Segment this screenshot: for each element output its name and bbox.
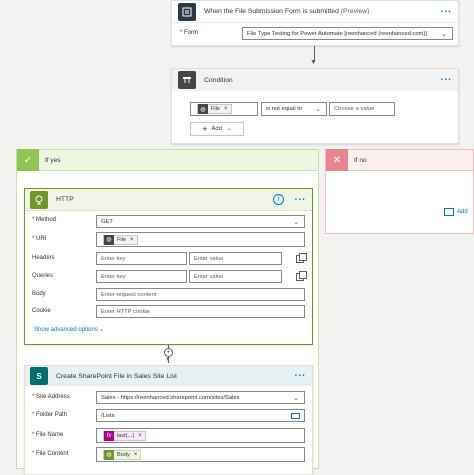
condition-header[interactable]: Condition ··· (172, 69, 458, 91)
remove-token-icon[interactable]: × (138, 433, 142, 439)
sharepoint-title: Create SharePoint File in Sales Site Lis… (56, 372, 177, 380)
file-token[interactable]: ◍ File × (197, 104, 232, 114)
http-header[interactable]: HTTP i ··· (25, 189, 312, 211)
switch-to-text-mode-icon[interactable] (296, 253, 307, 263)
switch-to-text-mode-icon[interactable] (296, 271, 307, 281)
file-content-input[interactable]: ◍ Body × (96, 447, 305, 462)
body-input[interactable]: Enter request content (96, 288, 305, 301)
sharepoint-icon: S (30, 367, 48, 385)
trigger-title: When the File Submission Form is submitt… (204, 8, 370, 15)
method-label: * Method (32, 217, 57, 223)
add-icon: + (202, 124, 208, 134)
http-token-icon: ◍ (104, 234, 114, 245)
condition-operator-dropdown[interactable]: is not equal to ⌄ (261, 102, 327, 116)
cookie-input[interactable]: Enter HTTP cookie (96, 305, 305, 318)
queries-value-input[interactable]: Enter value (189, 270, 282, 283)
remove-token-icon[interactable]: × (130, 237, 134, 243)
connector-arrow-icon: ▼ (310, 59, 317, 66)
queries-label: Queries (32, 273, 54, 279)
if-yes-header[interactable]: ✓ If yes (16, 149, 319, 171)
condition-more-button[interactable]: ··· (441, 75, 453, 86)
file-name-label: * File Name (32, 432, 64, 438)
chevron-down-icon: ⌄ (441, 30, 447, 38)
x-icon: ✕ (326, 149, 348, 171)
checkmark-icon: ✓ (17, 149, 39, 171)
if-no-add-action-button[interactable]: Add (444, 208, 468, 216)
folder-icon[interactable] (291, 413, 300, 419)
folder-path-input[interactable]: /Lists (96, 409, 305, 422)
trigger-header[interactable]: When the File Submission Form is submitt… (172, 1, 458, 23)
chevron-down-icon: ⌄ (315, 106, 321, 113)
connector-arrow-icon: ▼ (165, 357, 171, 363)
condition-left-operand[interactable]: ◍ File × (190, 102, 258, 116)
condition-icon (178, 71, 196, 89)
remove-token-icon[interactable]: × (134, 452, 138, 458)
trigger-more-button[interactable]: ··· (441, 6, 453, 17)
condition-add-button[interactable]: + Add ⌄ (190, 122, 244, 136)
sharepoint-card[interactable]: S Create SharePoint File in Sales Site L… (24, 365, 313, 475)
add-action-icon (444, 208, 454, 216)
chevron-down-icon: ⌄ (293, 218, 299, 226)
chevron-down-icon: ⌄ (99, 327, 105, 333)
queries-key-input[interactable]: Enter key (96, 270, 187, 283)
show-advanced-options-link[interactable]: Show advanced options ⌄ (34, 326, 104, 333)
cookie-label: Cookie (32, 308, 51, 314)
form-label: * Form (180, 30, 199, 36)
expression-token[interactable]: fx last(...) × (103, 430, 146, 441)
insert-step-button[interactable]: + (164, 348, 173, 357)
http-token-icon: ◍ (198, 104, 208, 114)
site-address-dropdown[interactable]: Sales - https://reenhanced.sharepoint.co… (96, 391, 305, 404)
globe-icon (30, 190, 48, 209)
file-name-input[interactable]: fx last(...) × (96, 428, 305, 443)
chevron-down-icon: ⌄ (226, 126, 232, 132)
folder-path-label: * Folder Path (32, 412, 68, 418)
http-more-button[interactable]: ··· (295, 194, 307, 205)
site-address-label: * Site Address (32, 394, 70, 400)
info-icon[interactable]: i (273, 194, 284, 205)
if-yes-label: If yes (45, 156, 61, 164)
trigger-card[interactable]: When the File Submission Form is submitt… (171, 0, 459, 46)
headers-key-input[interactable]: Enter key (96, 252, 187, 265)
if-no-label: If no (354, 156, 367, 164)
condition-title: Condition (204, 76, 233, 84)
file-token[interactable]: ◍ File × (103, 234, 138, 245)
chevron-down-icon: ⌄ (293, 394, 299, 402)
if-no-header[interactable]: ✕ If no (325, 149, 474, 171)
remove-token-icon[interactable]: × (224, 106, 228, 112)
condition-card[interactable]: Condition ··· ◍ File × is not equal to ⌄ C… (171, 68, 459, 144)
form-icon (178, 2, 196, 21)
condition-value-input[interactable]: Choose a value (329, 102, 395, 116)
file-content-label: * File Content (32, 451, 69, 457)
body-label: Body (32, 291, 46, 297)
uri-label: * URI (32, 236, 47, 242)
body-token[interactable]: ◍ Body × (103, 449, 142, 460)
headers-value-input[interactable]: Enter value (189, 252, 282, 265)
headers-label: Headers (32, 255, 55, 261)
function-icon: fx (104, 430, 114, 441)
method-dropdown[interactable]: GET ⌄ (96, 215, 305, 228)
form-dropdown[interactable]: File Type Testing for Power Automate [re… (242, 27, 453, 40)
http-card[interactable]: HTTP i ··· * Method GET ⌄ * URI ◍ File × H… (24, 188, 313, 345)
sharepoint-header[interactable]: S Create SharePoint File in Sales Site L… (25, 366, 312, 386)
globe-icon: ◍ (104, 449, 114, 460)
uri-input[interactable]: ◍ File × (96, 232, 305, 247)
sharepoint-more-button[interactable]: ··· (295, 371, 307, 382)
